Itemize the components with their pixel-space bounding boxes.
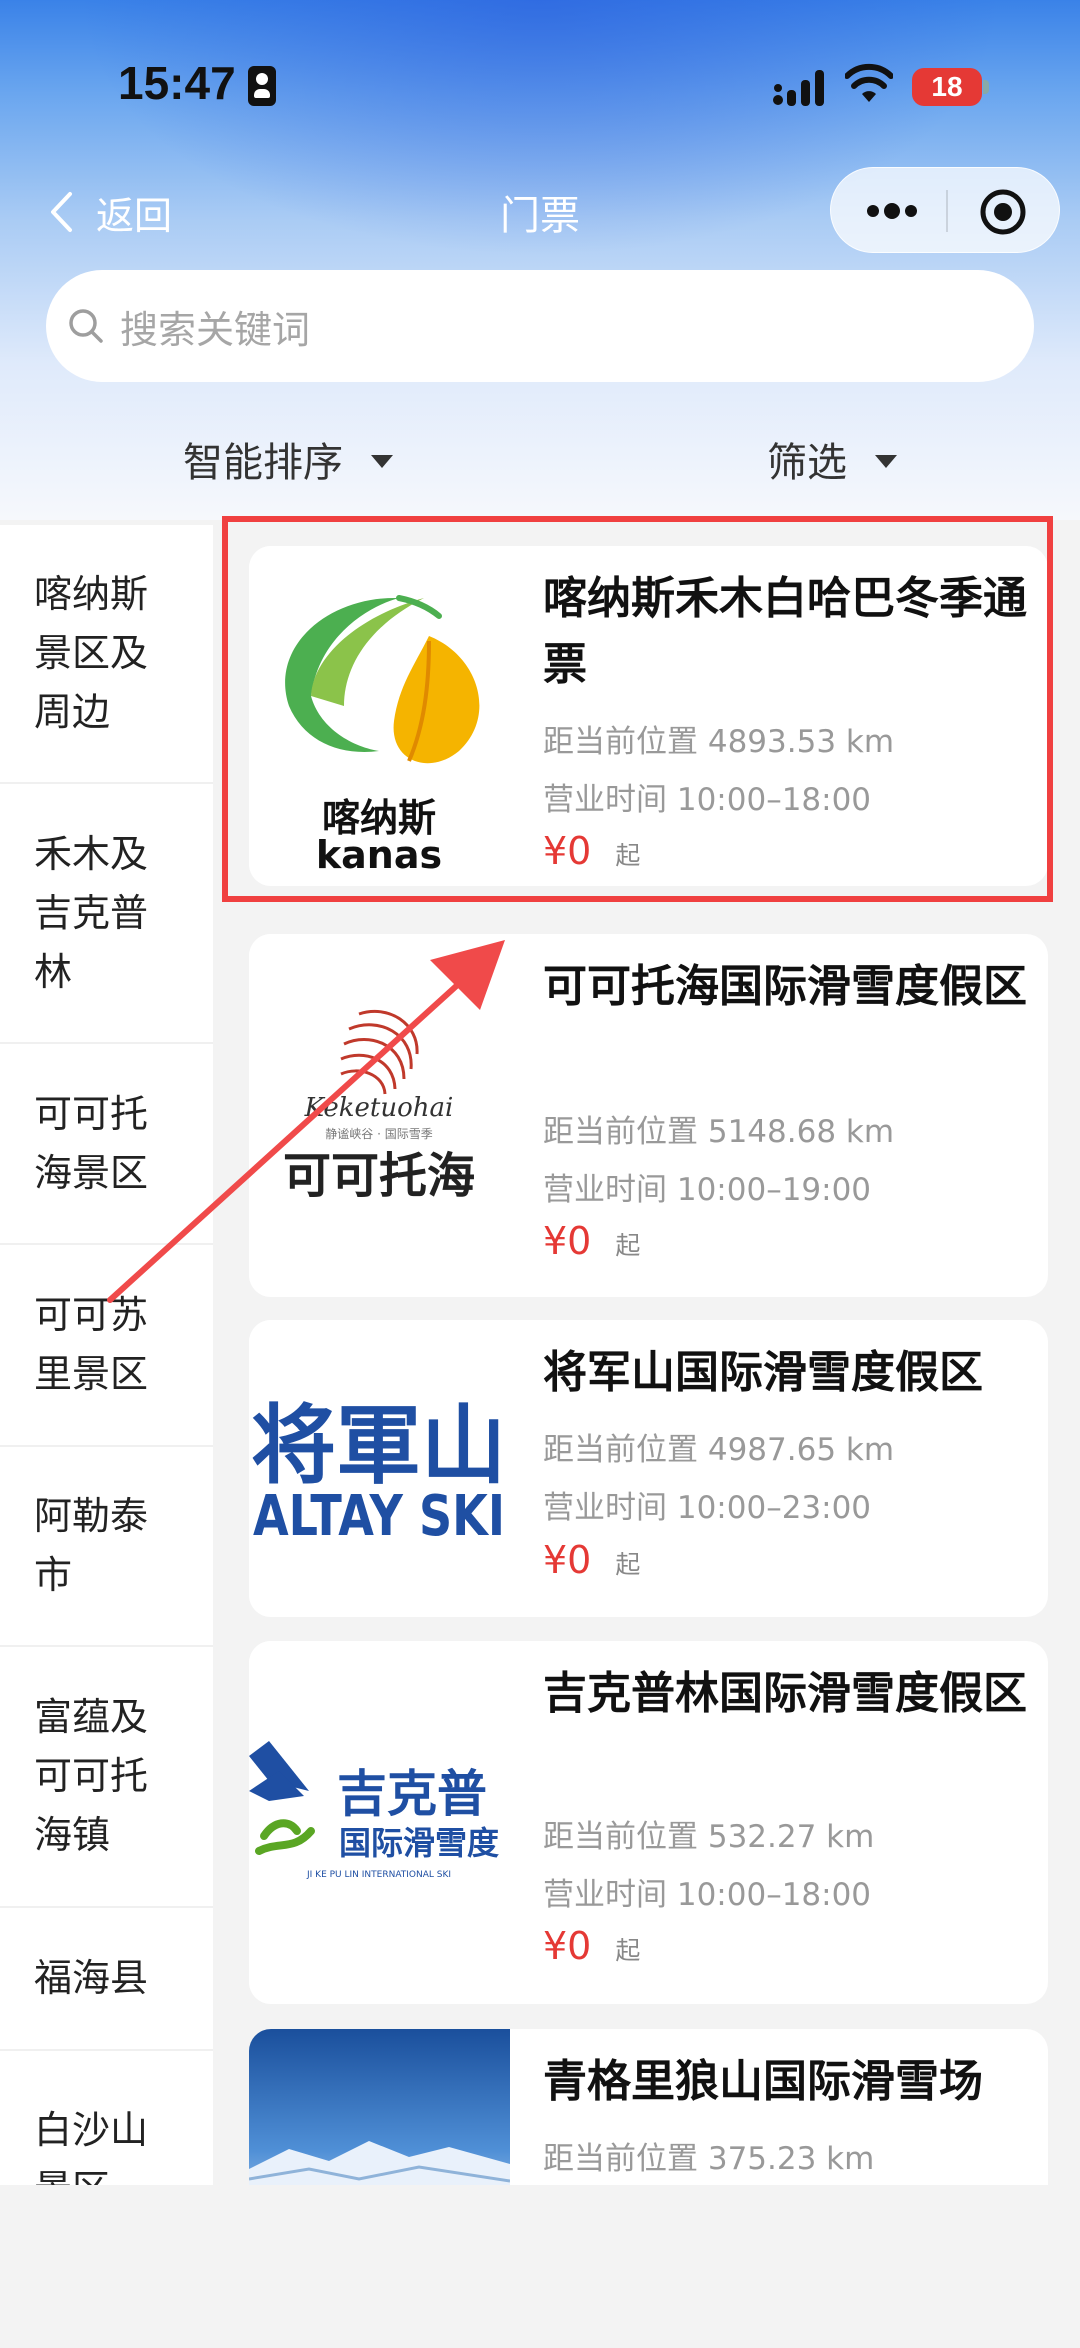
- close-target-icon[interactable]: [979, 188, 1027, 236]
- altay-ski-logo: 将軍山 ALTAY SKI: [249, 1320, 510, 1617]
- bottom-blank-area: [0, 2185, 1080, 2348]
- sidebar-item-fuhai[interactable]: 福海县: [0, 1908, 213, 2051]
- sidebar-item-baishashan[interactable]: 白沙山景区: [0, 2051, 213, 2185]
- filter-dropdown[interactable]: 筛选: [767, 430, 897, 488]
- battery-cap: [983, 80, 989, 94]
- id-card-icon: [248, 66, 276, 106]
- logo-text-cn: 将軍山: [251, 1396, 506, 1496]
- logo-text-cn: 吉克普: [337, 1765, 487, 1823]
- sort-dropdown[interactable]: 智能排序: [183, 430, 393, 488]
- price-suffix: 起: [615, 1550, 641, 1579]
- highlight-box: [222, 516, 1053, 902]
- ticket-price: ¥0 起: [543, 1538, 640, 1582]
- capsule-divider: [946, 190, 948, 232]
- price-suffix: 起: [615, 1936, 641, 1965]
- search-placeholder: 搜索关键词: [120, 307, 311, 352]
- sidebar-item-label: 福海县: [34, 1956, 149, 2000]
- sidebar-item-label: 白沙山景区: [34, 2108, 149, 2185]
- ticket-hours: 营业时间 10:00–18:00: [543, 1877, 872, 1913]
- search-icon: [69, 309, 103, 343]
- ticket-distance: 距当前位置 532.27 km: [543, 1819, 875, 1855]
- caret-down-icon: [875, 454, 897, 468]
- ticket-price: ¥0 起: [543, 1924, 640, 1968]
- sidebar-item-altay-city[interactable]: 阿勒泰市: [0, 1447, 213, 1647]
- wifi-icon: [845, 63, 893, 102]
- search-input[interactable]: 搜索关键词: [46, 270, 1034, 382]
- jikepulin-logo: 吉克普 国际滑雪度 JI KE PU LIN INTERNATIONAL SKI: [249, 1641, 510, 2004]
- logo-text-en: JI KE PU LIN INTERNATIONAL SKI: [306, 1870, 451, 1880]
- ticket-distance: 距当前位置 4987.65 km: [543, 1432, 895, 1468]
- category-sidebar: 喀纳斯景区及周边 禾木及吉克普林 可可托海景区 可可苏里景区 阿勒泰市 富蕴及可…: [0, 525, 213, 2185]
- sort-label: 智能排序: [183, 440, 343, 486]
- ticket-card[interactable]: 吉克普 国际滑雪度 JI KE PU LIN INTERNATIONAL SKI…: [249, 1641, 1048, 2004]
- ticket-distance: 距当前位置 5148.68 km: [543, 1114, 895, 1150]
- ticket-price: ¥0 起: [543, 1219, 640, 1263]
- ticket-name: 将军山国际滑雪度假区: [543, 1347, 983, 1398]
- sidebar-item-label: 富蕴及可可托海镇: [34, 1695, 149, 1857]
- qinggeli-photo: [249, 2029, 510, 2185]
- price-value: ¥0: [543, 1538, 592, 1582]
- ticket-name: 吉克普林国际滑雪度假区: [543, 1668, 1027, 1719]
- app-screen: 15:47 18 返回 门票 搜索关键词 智能排序 筛选 喀纳斯景区及周边 禾木…: [0, 0, 1080, 2185]
- price-suffix: 起: [615, 1231, 641, 1260]
- ticket-card[interactable]: 将軍山 ALTAY SKI 将军山国际滑雪度假区 距当前位置 4987.65 k…: [249, 1320, 1048, 1617]
- sidebar-item-kanas[interactable]: 喀纳斯景区及周边: [0, 525, 213, 784]
- sidebar-item-label: 喀纳斯景区及周边: [34, 572, 149, 734]
- ticket-hours: 营业时间 10:00–23:00: [543, 1490, 872, 1526]
- battery-indicator: 18: [912, 68, 982, 106]
- ticket-distance: 距当前位置 375.23 km: [543, 2141, 875, 2177]
- ticket-name: 青格里狼山国际滑雪场: [543, 2056, 983, 2107]
- status-time: 15:47: [118, 57, 236, 109]
- ticket-card[interactable]: 青格里狼山国际滑雪场 距当前位置 375.23 km: [249, 2029, 1048, 2185]
- sidebar-item-label: 阿勒泰市: [34, 1494, 149, 1597]
- logo-text-en: ALTAY SKI: [253, 1484, 505, 1549]
- ticket-hours: 营业时间 10:00–19:00: [543, 1172, 872, 1208]
- more-icon[interactable]: [865, 200, 919, 222]
- ticket-name: 可可托海国际滑雪度假区: [543, 961, 1027, 1012]
- caret-down-icon: [371, 454, 393, 468]
- annotation-arrow-icon: [107, 940, 505, 1303]
- sidebar-item-fuyun[interactable]: 富蕴及可可托海镇: [0, 1647, 213, 1908]
- logo-subtext: 国际滑雪度: [339, 1824, 499, 1862]
- filter-label: 筛选: [767, 440, 847, 486]
- price-value: ¥0: [543, 1219, 592, 1263]
- price-value: ¥0: [543, 1924, 592, 1968]
- filter-bar: 智能排序 筛选: [0, 400, 1080, 510]
- cellular-signal-icon: [773, 70, 824, 106]
- mini-program-capsule: [830, 167, 1060, 253]
